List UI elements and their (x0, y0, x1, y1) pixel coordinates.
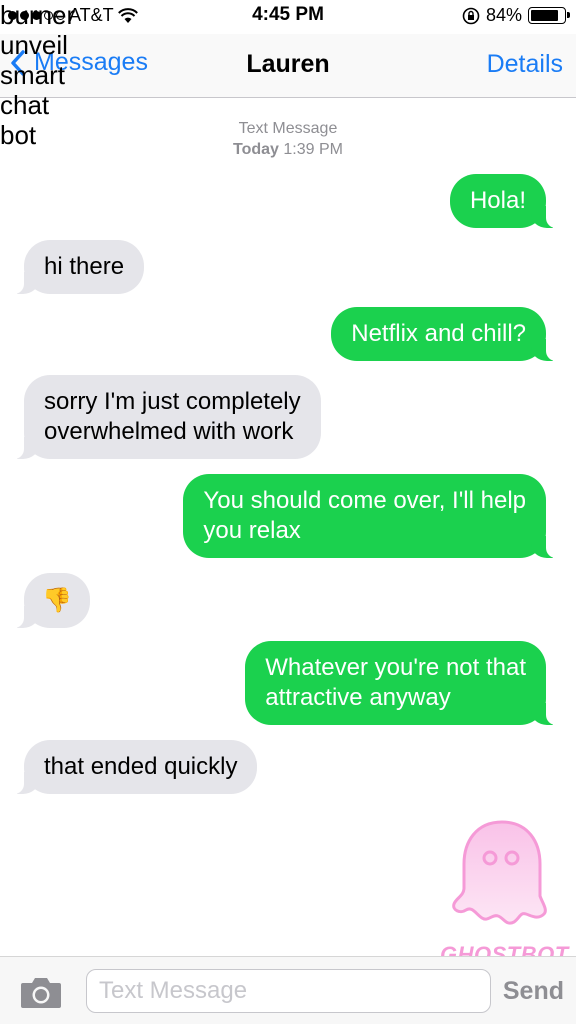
message-bubble-outgoing[interactable]: Netflix and chill? (331, 307, 557, 361)
details-button[interactable]: Details (487, 50, 563, 79)
camera-icon[interactable] (20, 975, 62, 1009)
message-bubble-outgoing[interactable]: You should come over, I'll help you rela… (183, 474, 557, 558)
overlay-line: bot (0, 120, 37, 150)
message-text: Netflix and chill? (351, 320, 526, 347)
battery-level-fill (531, 10, 558, 21)
message-bubble-incoming[interactable]: that ended quickly (12, 740, 258, 794)
message-bubble-incoming[interactable]: sorry I'm just completely overwhelmed wi… (13, 375, 321, 459)
overlay-line: chat (0, 90, 50, 120)
timestamp-day: Today (233, 141, 279, 158)
status-bar: AT&T 4:45 PM 84% (0, 0, 576, 34)
ghost-icon (452, 820, 547, 925)
message-text: hi there (44, 253, 125, 280)
message-text-line: overwhelmed with work (44, 418, 294, 445)
message-bubble-outgoing[interactable]: Whatever you're not that attractive anyw… (245, 641, 557, 725)
timestamp-time: 1:39 PM (283, 141, 343, 158)
rotation-lock-icon (462, 7, 480, 24)
message-text-line: attractive anyway (265, 684, 451, 711)
overlay-line: unveil (0, 30, 68, 60)
battery-percent: 84% (485, 5, 522, 25)
send-button[interactable]: Send (503, 977, 564, 1006)
overlay-caption: burner unveil smart chat bot (0, 0, 80, 150)
service-label: Text Message (238, 120, 338, 137)
message-text: that ended quickly (44, 753, 238, 780)
message-text: Hola! (469, 187, 526, 214)
nav-bar: Messages Lauren Details (0, 34, 576, 98)
message-bubble-incoming[interactable]: hi there (12, 240, 145, 294)
message-input-bar: Text Message Send (0, 956, 576, 1024)
message-bubble-incoming[interactable]: 👎 (13, 573, 90, 628)
message-text-line: Whatever you're not that (265, 654, 526, 681)
message-text-line: sorry I'm just completely (44, 388, 301, 415)
message-text-line: You should come over, I'll help (203, 487, 526, 514)
status-right: 84% (462, 5, 570, 26)
message-bubble-outgoing[interactable]: Hola! (449, 174, 558, 228)
thread-timestamp: Today 1:39 PM (0, 139, 576, 160)
overlay-line: burner (0, 0, 76, 30)
message-text-field[interactable]: Text Message (86, 969, 491, 1013)
message-text-line: you relax (203, 517, 301, 544)
thumbs-down-emoji: 👎 (42, 586, 72, 614)
battery-icon (528, 7, 570, 24)
overlay-line: smart (0, 60, 65, 90)
thread-header: Text Message Today 1:39 PM (0, 118, 576, 160)
